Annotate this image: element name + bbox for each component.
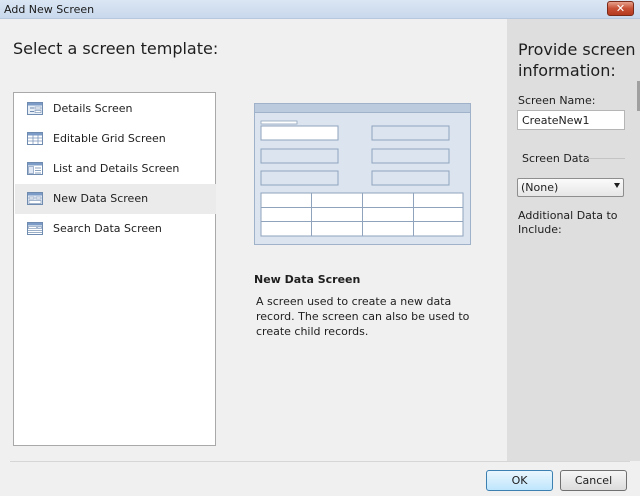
template-item-list-and-details-screen[interactable]: List and Details Screen (15, 154, 216, 184)
template-description-title: New Data Screen (254, 273, 361, 286)
additional-data-label: Additional Data to Include: (518, 209, 618, 236)
screen-data-divider (587, 158, 625, 159)
close-button[interactable]: ✕ (607, 1, 634, 16)
details-screen-icon (27, 102, 43, 115)
editable-grid-screen-icon (27, 132, 43, 145)
select-template-heading: Select a screen template: (13, 39, 219, 58)
add-new-screen-dialog: Add New Screen ✕ Select a screen templat… (0, 0, 640, 496)
new-data-screen-icon (27, 192, 43, 205)
provide-info-heading: Provide screen information: (518, 40, 636, 80)
chevron-down-icon (614, 183, 620, 188)
screen-data-selected-value: (None) (521, 181, 559, 194)
dialog-button-bar: OK Cancel (0, 461, 640, 496)
cancel-button[interactable]: Cancel (560, 470, 627, 491)
template-description-text: A screen used to create a new data recor… (256, 295, 470, 338)
template-label: Editable Grid Screen (53, 132, 166, 145)
divider (10, 461, 630, 462)
template-item-editable-grid-screen[interactable]: Editable Grid Screen (15, 124, 216, 154)
close-icon: ✕ (615, 2, 626, 15)
title-bar[interactable]: Add New Screen ✕ (0, 0, 640, 19)
screen-data-label: Screen Data (522, 152, 590, 165)
template-preview-image (254, 103, 471, 245)
template-label: Search Data Screen (53, 222, 162, 235)
template-label: New Data Screen (53, 192, 149, 205)
screen-name-label: Screen Name: (518, 94, 596, 107)
list-details-screen-icon (27, 162, 43, 175)
template-item-new-data-screen[interactable]: New Data Screen (15, 184, 216, 214)
template-item-details-screen[interactable]: Details Screen (15, 94, 216, 124)
template-selection-pane: Select a screen template: Details Screen (0, 19, 507, 461)
screen-data-dropdown[interactable]: (None) (517, 178, 624, 197)
ok-button[interactable]: OK (486, 470, 553, 491)
template-label: List and Details Screen (53, 162, 180, 175)
template-item-search-data-screen[interactable]: Search Data Screen (15, 214, 216, 244)
search-data-screen-icon (27, 222, 43, 235)
template-label: Details Screen (53, 102, 133, 115)
screen-information-pane: Provide screen information: Screen Name:… (507, 19, 640, 461)
window-title: Add New Screen (4, 3, 95, 16)
template-list[interactable]: Details Screen Editable Grid Screen List… (13, 92, 216, 446)
screen-name-input[interactable] (517, 110, 625, 130)
